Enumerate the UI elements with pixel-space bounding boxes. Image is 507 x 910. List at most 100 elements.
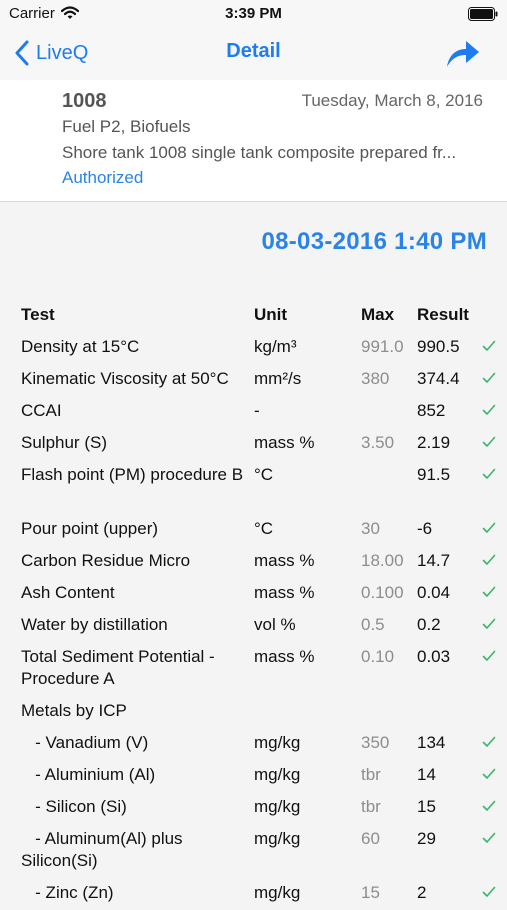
row-unit: mass % xyxy=(254,551,315,570)
table-row: - Aluminium (Al) mg/kg tbr 14 xyxy=(0,760,507,792)
row-result: 374.4 xyxy=(417,369,460,388)
checkmark-icon xyxy=(482,736,496,747)
row-test-name: Ash Content xyxy=(21,583,115,602)
table-row: Total Sediment Potential - Procedure A ma… xyxy=(0,642,507,696)
battery-icon xyxy=(468,7,498,21)
table-row: Ash Content mass % 0.100 0.04 xyxy=(0,578,507,610)
row-unit: mass % xyxy=(254,433,315,452)
row-max: tbr xyxy=(361,797,381,816)
checkmark-icon xyxy=(482,436,496,447)
checkmark-icon xyxy=(482,372,496,383)
row-unit: mg/kg xyxy=(254,797,301,816)
row-result: 2.19 xyxy=(417,433,451,452)
row-unit: mg/kg xyxy=(254,883,301,902)
share-icon[interactable] xyxy=(446,38,480,68)
row-max: 15 xyxy=(361,883,380,902)
row-test-name: - Aluminium (Al) xyxy=(21,765,156,784)
row-result: 29 xyxy=(417,829,436,848)
row-result: 0.03 xyxy=(417,647,451,666)
checkmark-icon xyxy=(482,554,496,565)
checkmark-icon xyxy=(482,800,496,811)
row-test-name: Sulphur (S) xyxy=(21,433,107,452)
table-row: Pour point (upper) °C 30 -6 xyxy=(0,514,507,546)
row-test-name: Flash point (PM) procedure B xyxy=(21,465,244,484)
checkmark-icon xyxy=(482,586,496,597)
row-test-name: CCAI xyxy=(21,401,62,420)
status-time: 3:39 PM xyxy=(225,5,282,22)
row-result: 990.5 xyxy=(417,337,460,356)
checkmark-icon xyxy=(482,832,496,843)
checkmark-icon xyxy=(482,618,496,629)
table-row: Kinematic Viscosity at 50°C mm²/s 380 374.4 xyxy=(0,364,507,396)
row-result: 134 xyxy=(417,733,446,752)
row-max: 350 xyxy=(361,733,390,752)
sample-description: Shore tank 1008 single tank composite pr… xyxy=(62,143,457,162)
row-test-name: Pour point (upper) xyxy=(21,519,159,538)
row-unit: °C xyxy=(254,465,274,484)
row-unit: mg/kg xyxy=(254,733,301,752)
row-unit: mg/kg xyxy=(254,829,301,848)
row-max: 3.50 xyxy=(361,433,395,452)
status-bar: Carrier 3:39 PM xyxy=(0,0,507,28)
row-test-name: Carbon Residue Micro xyxy=(21,551,191,570)
row-test-name: Total Sediment Potential - Procedure A xyxy=(21,647,220,688)
row-unit: mm²/s xyxy=(254,369,302,388)
row-result: 2 xyxy=(417,883,427,902)
checkmark-icon xyxy=(482,468,496,479)
sample-id: 1008 xyxy=(62,90,107,112)
table-header: Test Unit Max Result xyxy=(0,300,507,332)
table-row: - Aluminum(Al) plus Silicon(Si) mg/kg 60 29 xyxy=(0,824,507,878)
row-result: 14.7 xyxy=(417,551,451,570)
checkmark-icon xyxy=(482,404,496,415)
table-row: Carbon Residue Micro mass % 18.00 14.7 xyxy=(0,546,507,578)
header-result: Result xyxy=(417,305,469,324)
row-result: 91.5 xyxy=(417,465,451,484)
table-row: - Silicon (Si) mg/kg tbr 15 xyxy=(0,792,507,824)
row-max: 0.10 xyxy=(361,647,395,666)
row-max: 380 xyxy=(361,369,390,388)
row-test-name: - Zinc (Zn) xyxy=(21,883,114,902)
row-test-name: Kinematic Viscosity at 50°C xyxy=(21,369,229,388)
row-unit: - xyxy=(254,401,260,420)
row-unit: kg/m³ xyxy=(254,337,297,356)
row-unit: °C xyxy=(254,519,274,538)
table-row: Density at 15°C kg/m³ 991.0 990.5 xyxy=(0,332,507,364)
checkmark-icon xyxy=(482,650,496,661)
table-row: - Zinc (Zn) mg/kg 15 2 xyxy=(0,878,507,910)
row-max: tbr xyxy=(361,765,381,784)
navigation-bar: LiveQ Detail xyxy=(0,28,507,81)
header-unit: Unit xyxy=(254,305,288,324)
row-test-name: Metals by ICP xyxy=(21,701,127,720)
checkmark-icon xyxy=(482,768,496,779)
row-result: 852 xyxy=(417,401,446,420)
table-row: Flash point (PM) procedure B °C 91.5 xyxy=(0,460,507,514)
sample-header-card: 1008 Tuesday, March 8, 2016 Fuel P2, Bio… xyxy=(0,80,507,202)
row-max: 30 xyxy=(361,519,380,538)
row-max: 991.0 xyxy=(361,337,404,356)
row-test-name: Water by distillation xyxy=(21,615,168,634)
status-authorized: Authorized xyxy=(62,168,144,187)
checkmark-icon xyxy=(482,886,496,897)
row-unit: vol % xyxy=(254,615,296,634)
result-datetime: 08-03-2016 1:40 PM xyxy=(261,228,487,255)
checkmark-icon xyxy=(482,340,496,351)
sample-product: Fuel P2, Biofuels xyxy=(62,117,191,136)
row-max: 0.5 xyxy=(361,615,385,634)
row-test-name: Density at 15°C xyxy=(21,337,140,356)
row-test-name: - Aluminum(Al) plus Silicon(Si) xyxy=(21,829,188,870)
row-result: -6 xyxy=(417,519,433,538)
row-result: 14 xyxy=(417,765,436,784)
row-result: 0.04 xyxy=(417,583,451,602)
row-test-name: - Silicon (Si) xyxy=(21,797,127,816)
row-max: 18.00 xyxy=(361,551,404,570)
row-unit: mass % xyxy=(254,647,315,666)
table-row: - Vanadium (V) mg/kg 350 134 xyxy=(0,728,507,760)
checkmark-icon xyxy=(482,522,496,533)
row-test-name: - Vanadium (V) xyxy=(21,733,149,752)
table-row: Sulphur (S) mass % 3.50 2.19 xyxy=(0,428,507,460)
header-max: Max xyxy=(361,305,395,324)
row-result: 15 xyxy=(417,797,436,816)
page-title: Detail xyxy=(226,40,281,62)
table-row: CCAI - 852 xyxy=(0,396,507,428)
sample-date: Tuesday, March 8, 2016 xyxy=(301,91,483,110)
